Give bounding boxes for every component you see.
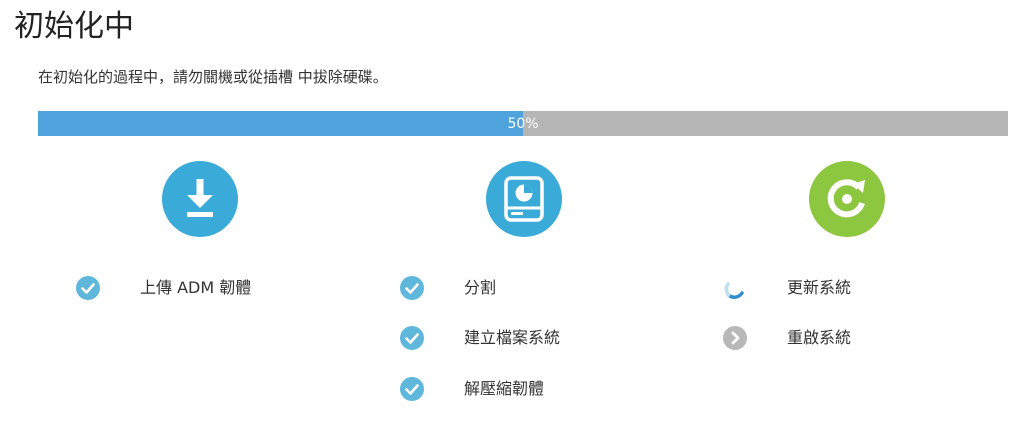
- page-title: 初始化中: [14, 9, 134, 44]
- check-circle-icon: [400, 326, 424, 350]
- step-label: 解壓縮韌體: [464, 379, 545, 398]
- step-label: 更新系統: [787, 278, 852, 297]
- page-subtitle: 在初始化的過程中，請勿關機或從插槽 中拔除硬碟。: [38, 68, 388, 86]
- progress-label: 50%: [507, 116, 539, 132]
- check-circle-icon: [400, 377, 424, 401]
- step-label: 重啟系統: [787, 328, 852, 347]
- restart-icon: [809, 161, 885, 237]
- step-label: 建立檔案系統: [464, 328, 561, 347]
- check-circle-icon: [76, 276, 100, 300]
- loading-spinner-icon: [723, 276, 747, 300]
- progress-bar: 50%: [38, 111, 1008, 136]
- chevron-right-circle-icon: [723, 326, 747, 350]
- disk-partition-icon: [486, 161, 562, 237]
- step-label: 上傳 ADM 韌體: [140, 278, 252, 297]
- download-icon: [162, 161, 238, 237]
- step-label: 分割: [464, 278, 497, 297]
- check-circle-icon: [400, 276, 424, 300]
